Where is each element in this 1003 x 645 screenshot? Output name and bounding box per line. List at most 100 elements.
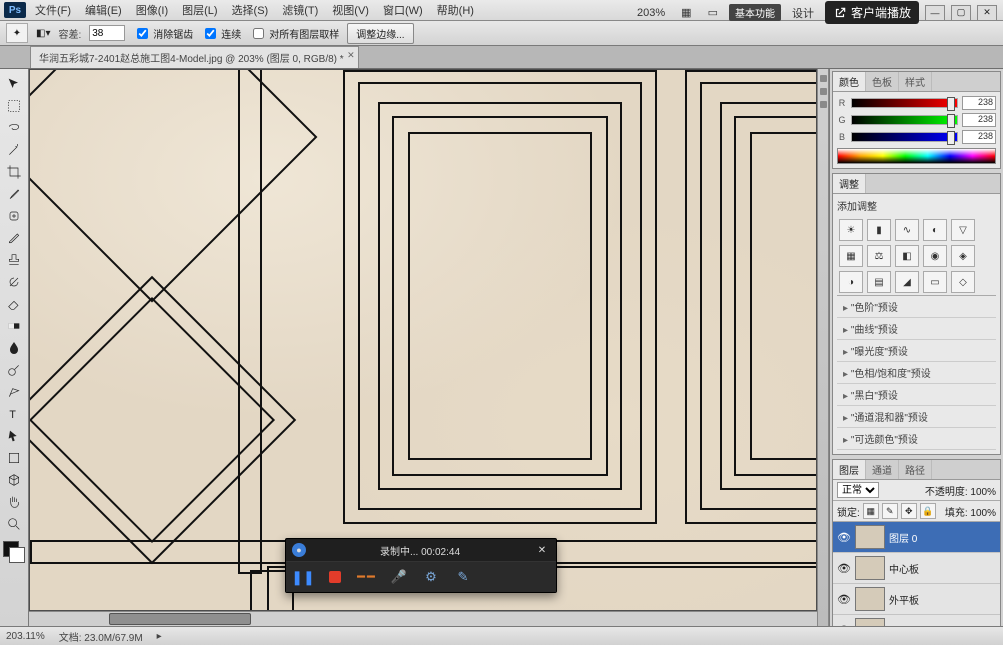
recorder-pause-button[interactable]: ❚❚ xyxy=(294,568,312,586)
document-tab[interactable]: 华润五彩城7-2401赵总施工图4-Model.jpg @ 203% (图层 0… xyxy=(30,46,359,68)
hue-icon[interactable]: ▦ xyxy=(839,245,863,267)
view-tools-icon[interactable]: ▦ xyxy=(676,4,696,21)
workspace-basic[interactable]: 基本功能 xyxy=(729,4,781,21)
dock-strip[interactable] xyxy=(817,69,829,626)
eyedropper-tool[interactable] xyxy=(2,183,26,205)
type-tool[interactable]: T xyxy=(2,403,26,425)
layer-row[interactable]: 👁外平板 xyxy=(833,584,1000,615)
dodge-tool[interactable] xyxy=(2,359,26,381)
history-brush-tool[interactable] xyxy=(2,271,26,293)
tab-swatches[interactable]: 色板 xyxy=(866,72,899,91)
menu-select[interactable]: 选择(S) xyxy=(227,0,274,20)
brightness-icon[interactable]: ☀ xyxy=(839,219,863,241)
sample-icon[interactable]: ◧▾ xyxy=(36,28,50,39)
preset-item[interactable]: "色阶"预设 xyxy=(837,296,996,318)
blur-tool[interactable] xyxy=(2,337,26,359)
tab-color[interactable]: 颜色 xyxy=(833,72,866,91)
horizontal-scrollbar[interactable] xyxy=(29,611,817,626)
recorder-stop-button[interactable] xyxy=(326,568,344,586)
exposure-icon[interactable]: ◐ xyxy=(923,219,947,241)
photo-filter-icon[interactable]: ◉ xyxy=(923,245,947,267)
recorder-settings-icon[interactable]: ⚙ xyxy=(422,568,440,586)
workspace-design[interactable]: 设计 xyxy=(787,3,819,23)
menu-image[interactable]: 图像(I) xyxy=(131,0,173,20)
colorbal-icon[interactable]: ⚖ xyxy=(867,245,891,267)
zoom-tool[interactable] xyxy=(2,513,26,535)
r-slider[interactable] xyxy=(851,98,958,108)
tab-styles[interactable]: 样式 xyxy=(899,72,932,91)
shape-tool[interactable] xyxy=(2,447,26,469)
close-tab-icon[interactable]: ✕ xyxy=(347,50,355,61)
lasso-tool[interactable] xyxy=(2,117,26,139)
window-minimize[interactable]: — xyxy=(925,5,945,21)
antialias-check[interactable] xyxy=(137,28,148,39)
r-value[interactable]: 238 xyxy=(962,96,996,110)
move-tool[interactable] xyxy=(2,73,26,95)
fill-value[interactable]: 100% xyxy=(970,508,996,519)
lock-pixels-icon[interactable]: ✎ xyxy=(882,503,898,519)
status-arrow-icon[interactable]: ▸ xyxy=(157,631,162,642)
client-play-button[interactable]: 客户端播放 xyxy=(825,1,919,24)
brush-tool[interactable] xyxy=(2,227,26,249)
gradmap-icon[interactable]: ▭ xyxy=(923,271,947,293)
preset-item[interactable]: "曲线"预设 xyxy=(837,318,996,340)
visibility-icon[interactable]: 👁 xyxy=(837,593,851,605)
hand-tool[interactable] xyxy=(2,491,26,513)
tolerance-input[interactable] xyxy=(89,25,125,41)
scrollbar-thumb[interactable] xyxy=(109,613,251,625)
menu-help[interactable]: 帮助(H) xyxy=(432,0,479,20)
preset-item[interactable]: "曝光度"预设 xyxy=(837,340,996,362)
preset-item[interactable]: "黑白"预设 xyxy=(837,384,996,406)
heal-tool[interactable] xyxy=(2,205,26,227)
b-slider[interactable] xyxy=(851,132,958,142)
layer-row[interactable]: 👁图层 0 xyxy=(833,522,1000,553)
pen-tool[interactable] xyxy=(2,381,26,403)
preset-item[interactable]: "色相/饱和度"预设 xyxy=(837,362,996,384)
lock-all-icon[interactable]: 🔒 xyxy=(920,503,936,519)
window-close[interactable]: ✕ xyxy=(977,5,997,21)
background-swatch[interactable] xyxy=(9,547,25,563)
poster-icon[interactable]: ▤ xyxy=(867,271,891,293)
g-value[interactable]: 238 xyxy=(962,113,996,127)
layer-row[interactable]: 👁中心板 xyxy=(833,553,1000,584)
screen-mode-icon[interactable]: ▭ xyxy=(703,4,723,21)
menu-filter[interactable]: 滤镜(T) xyxy=(277,0,323,20)
levels-icon[interactable]: ▮ xyxy=(867,219,891,241)
spectrum-picker[interactable] xyxy=(837,148,996,164)
opacity-value[interactable]: 100% xyxy=(970,487,996,498)
document-canvas[interactable] xyxy=(29,69,817,611)
gradient-tool[interactable] xyxy=(2,315,26,337)
menu-view[interactable]: 视图(V) xyxy=(327,0,374,20)
refine-edge-button[interactable]: 调整边缘... xyxy=(347,23,413,44)
bw-icon[interactable]: ◧ xyxy=(895,245,919,267)
lock-trans-icon[interactable]: ▦ xyxy=(863,503,879,519)
lock-pos-icon[interactable]: ✥ xyxy=(901,503,917,519)
magic-wand-tool[interactable] xyxy=(2,139,26,161)
invert-icon[interactable]: ◑ xyxy=(839,271,863,293)
path-select-tool[interactable] xyxy=(2,425,26,447)
visibility-icon[interactable]: 👁 xyxy=(837,531,851,543)
chan-mixer-icon[interactable]: ◈ xyxy=(951,245,975,267)
recorder-pen-icon[interactable]: ✎ xyxy=(454,568,472,586)
window-maximize[interactable]: ▢ xyxy=(951,5,971,21)
stamp-tool[interactable] xyxy=(2,249,26,271)
3d-tool[interactable] xyxy=(2,469,26,491)
preset-item[interactable]: "通道混和器"预设 xyxy=(837,406,996,428)
tab-paths[interactable]: 路径 xyxy=(899,460,932,479)
menu-layer[interactable]: 图层(L) xyxy=(177,0,222,20)
tab-channels[interactable]: 通道 xyxy=(866,460,899,479)
visibility-icon[interactable]: 👁 xyxy=(837,562,851,574)
b-value[interactable]: 238 xyxy=(962,130,996,144)
curves-icon[interactable]: ∿ xyxy=(895,219,919,241)
preset-item[interactable]: "可选颜色"预设 xyxy=(837,428,996,450)
recorder-close-button[interactable]: ✕ xyxy=(534,542,550,558)
g-slider[interactable] xyxy=(851,115,958,125)
recorder-mic-icon[interactable]: 🎤 xyxy=(390,568,408,586)
recorder-more-icon[interactable]: ━━ xyxy=(358,568,376,586)
blend-mode-select[interactable]: 正常 xyxy=(837,482,879,498)
marquee-tool[interactable] xyxy=(2,95,26,117)
contiguous-check[interactable] xyxy=(205,28,216,39)
menu-file[interactable]: 文件(F) xyxy=(30,0,76,20)
selcolor-icon[interactable]: ◇ xyxy=(951,271,975,293)
all-layers-check[interactable] xyxy=(253,28,264,39)
